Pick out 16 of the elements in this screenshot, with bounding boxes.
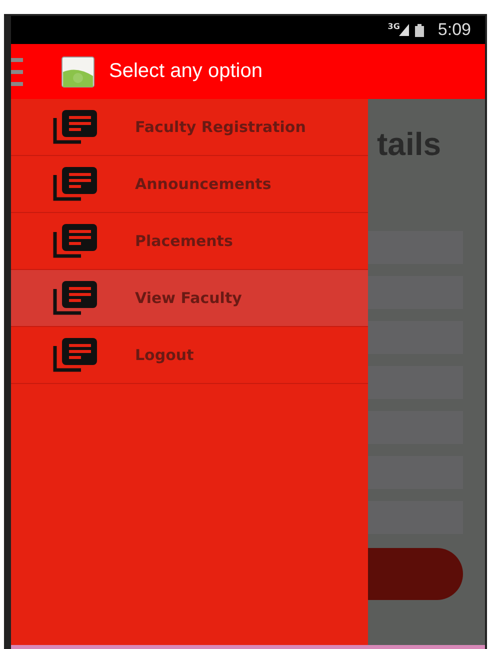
- drawer-item[interactable]: Faculty Registration: [11, 99, 368, 156]
- app-bar-title: Select any option: [109, 60, 262, 83]
- list-icon: [53, 281, 99, 315]
- drawer-item[interactable]: Logout: [11, 327, 368, 384]
- list-icon: [53, 110, 99, 144]
- list-icon: [53, 338, 99, 372]
- menu-icon[interactable]: [11, 58, 23, 86]
- app-icon: [61, 56, 95, 88]
- status-time: 5:09: [438, 20, 471, 40]
- signal-icon: [398, 24, 409, 36]
- list-icon: [53, 167, 99, 201]
- drawer-item[interactable]: View Faculty: [11, 270, 368, 327]
- network-label: 3G: [388, 22, 400, 31]
- drawer-item[interactable]: Announcements: [11, 156, 368, 213]
- list-icon: [53, 224, 99, 258]
- battery-icon: [414, 24, 424, 36]
